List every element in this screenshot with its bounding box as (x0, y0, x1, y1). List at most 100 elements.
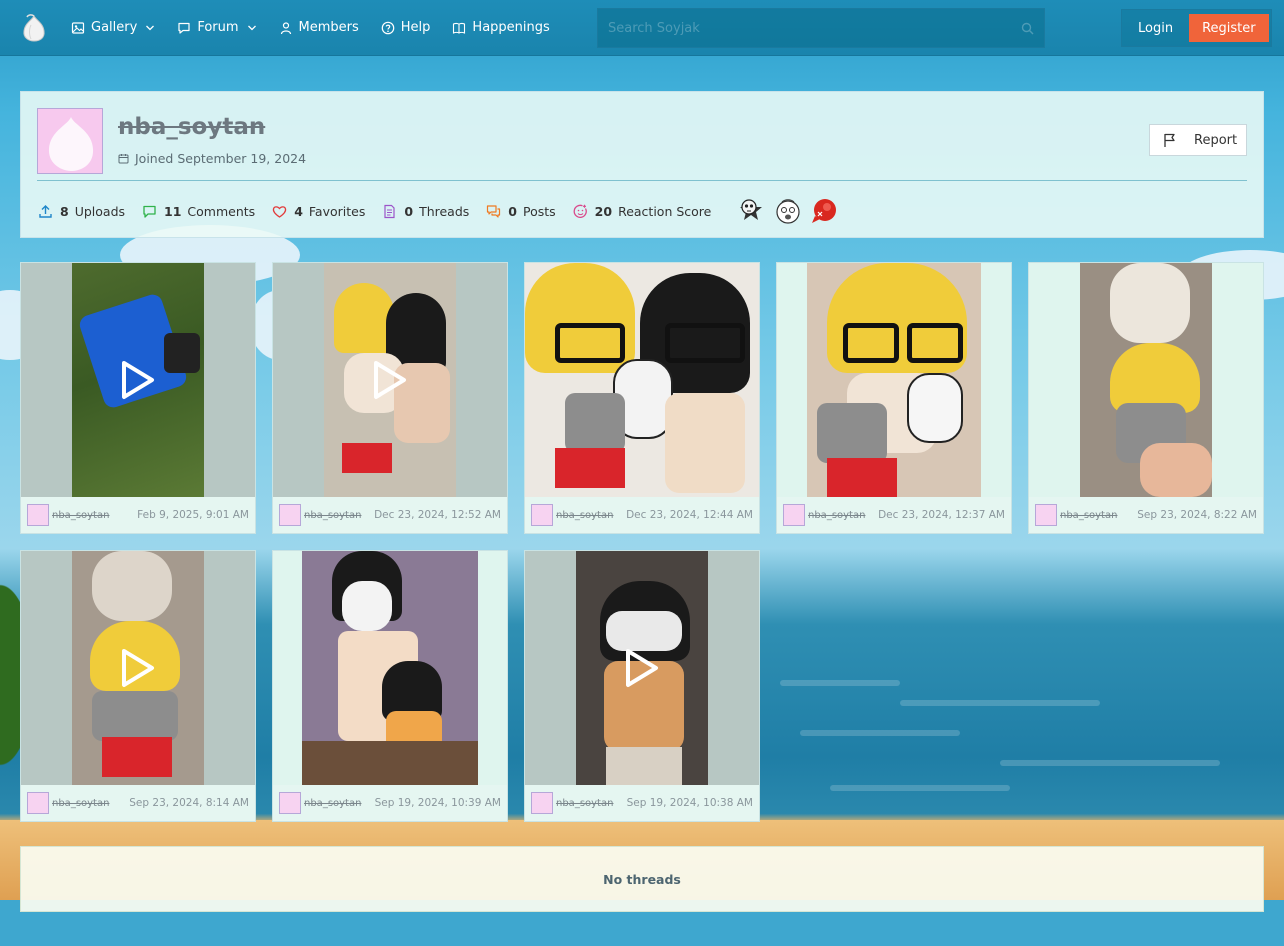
profile-username: nba_soytan (118, 114, 266, 140)
chevron-down-icon (247, 23, 257, 33)
media-thumbnail[interactable] (21, 551, 255, 785)
upload-date: Dec 23, 2024, 12:52 AM (374, 509, 501, 521)
uploader-avatar[interactable] (531, 792, 553, 814)
stat-value: 8 (60, 203, 69, 219)
uploader-avatar[interactable] (279, 504, 301, 526)
uploader-avatar[interactable] (27, 504, 49, 526)
upload-date: Dec 23, 2024, 12:44 AM (626, 509, 753, 521)
media-thumbnail[interactable] (273, 551, 507, 785)
gallery-item[interactable]: nba_soytan Feb 9, 2025, 9:01 AM (20, 262, 256, 534)
auth-buttons: Login Register (1121, 9, 1272, 47)
user-icon (279, 21, 293, 35)
upload-date: Feb 9, 2025, 9:01 AM (137, 509, 249, 521)
nav-help[interactable]: Help (381, 20, 431, 35)
stat-threads[interactable]: 0 Threads (382, 204, 469, 219)
nav-gallery-label: Gallery (91, 20, 138, 35)
media-thumbnail[interactable] (777, 263, 1011, 497)
uploader-name[interactable]: nba_soytan (1060, 510, 1117, 521)
upload-date: Dec 23, 2024, 12:37 AM (878, 509, 1005, 521)
chat-bubble-icon (177, 21, 191, 35)
upload-date: Sep 23, 2024, 8:22 AM (1137, 509, 1257, 521)
document-icon (382, 204, 397, 219)
top-navbar: Gallery Forum Members Help Happenings Lo… (0, 0, 1284, 56)
media-thumbnail[interactable] (525, 263, 759, 497)
stat-label: Threads (419, 203, 470, 219)
book-icon (452, 21, 466, 35)
question-circle-icon (381, 21, 395, 35)
uploader-name[interactable]: nba_soytan (556, 510, 613, 521)
profile-stats: 8 Uploads 11 Comments 4 Favorites 0 Thre… (38, 196, 845, 226)
uploader-avatar[interactable] (27, 792, 49, 814)
report-button[interactable]: Report (1149, 124, 1247, 156)
search-input[interactable] (598, 9, 1044, 47)
gallery-item[interactable]: nba_soytan Sep 19, 2024, 10:38 AM (524, 550, 760, 822)
uploader-name[interactable]: nba_soytan (304, 798, 361, 809)
onion-avatar-icon (38, 109, 102, 173)
item-meta: nba_soytan Sep 23, 2024, 8:14 AM (27, 791, 249, 815)
media-thumbnail[interactable] (273, 263, 507, 497)
soyjak-face-badge-icon[interactable] (773, 196, 803, 226)
gallery-item[interactable]: nba_soytan Sep 23, 2024, 8:14 AM (20, 550, 256, 822)
site-logo[interactable] (19, 13, 49, 43)
uploader-name[interactable]: nba_soytan (304, 510, 361, 521)
gallery-item[interactable]: nba_soytan Dec 23, 2024, 12:52 AM (272, 262, 508, 534)
trophy-badges (737, 196, 845, 226)
search-box (597, 8, 1045, 48)
avatar (37, 108, 103, 174)
report-label: Report (1194, 132, 1238, 148)
nav-help-label: Help (400, 20, 431, 35)
uploader-name[interactable]: nba_soytan (52, 798, 109, 809)
play-icon[interactable] (118, 359, 158, 401)
flag-icon (1162, 132, 1178, 148)
register-button[interactable]: Register (1189, 14, 1269, 42)
nav-members-label: Members (298, 20, 359, 35)
nav-members[interactable]: Members (279, 20, 359, 35)
profile-divider (37, 180, 1247, 181)
play-icon[interactable] (118, 647, 158, 689)
login-button[interactable]: Login (1122, 10, 1189, 46)
skull-badge-icon[interactable] (737, 196, 767, 226)
play-icon[interactable] (370, 359, 410, 401)
nav-forum[interactable]: Forum (177, 20, 256, 35)
uploader-avatar[interactable] (783, 504, 805, 526)
stat-label: Uploads (74, 203, 126, 219)
stat-comments[interactable]: 11 Comments (142, 204, 255, 219)
item-meta: nba_soytan Dec 23, 2024, 12:52 AM (279, 503, 501, 527)
play-icon[interactable] (622, 647, 662, 689)
stat-value: 11 (164, 203, 182, 219)
uploader-name[interactable]: nba_soytan (52, 510, 109, 521)
nav-happenings-label: Happenings (472, 20, 550, 35)
calendar-icon (118, 153, 129, 164)
uploader-name[interactable]: nba_soytan (556, 798, 613, 809)
stat-label: Comments (187, 203, 256, 219)
stat-posts[interactable]: 0 Posts (486, 204, 556, 219)
uploader-avatar[interactable] (279, 792, 301, 814)
stat-reaction-score[interactable]: 20 Reaction Score (573, 203, 711, 219)
nav-happenings[interactable]: Happenings (452, 20, 550, 35)
nav-forum-label: Forum (197, 20, 239, 35)
stat-label: Favorites (308, 203, 366, 219)
item-meta: nba_soytan Sep 19, 2024, 10:39 AM (279, 791, 501, 815)
stat-favorites[interactable]: 4 Favorites (272, 204, 365, 219)
stat-uploads[interactable]: 8 Uploads (38, 204, 125, 219)
gallery-item[interactable]: nba_soytan Dec 23, 2024, 12:44 AM (524, 262, 760, 534)
stat-value: 20 (594, 203, 613, 219)
upload-icon (38, 204, 53, 219)
reaction-icon (573, 204, 588, 219)
uploader-avatar[interactable] (531, 504, 553, 526)
onion-logo-icon (23, 13, 45, 42)
media-thumbnail[interactable] (21, 263, 255, 497)
nav-gallery[interactable]: Gallery (71, 20, 155, 35)
gallery-item[interactable]: nba_soytan Sep 19, 2024, 10:39 AM (272, 550, 508, 822)
red-speech-badge-icon[interactable] (809, 196, 839, 226)
media-thumbnail[interactable] (1029, 263, 1263, 497)
uploader-avatar[interactable] (1035, 504, 1057, 526)
uploader-name[interactable]: nba_soytan (808, 510, 865, 521)
gallery-item[interactable]: nba_soytan Sep 23, 2024, 8:22 AM (1028, 262, 1264, 534)
search-icon[interactable] (1021, 22, 1034, 35)
gallery-item[interactable]: nba_soytan Dec 23, 2024, 12:37 AM (776, 262, 1012, 534)
image-icon (71, 21, 85, 35)
item-meta: nba_soytan Dec 23, 2024, 12:44 AM (531, 503, 753, 527)
chevron-down-icon (145, 23, 155, 33)
media-thumbnail[interactable] (525, 551, 759, 785)
